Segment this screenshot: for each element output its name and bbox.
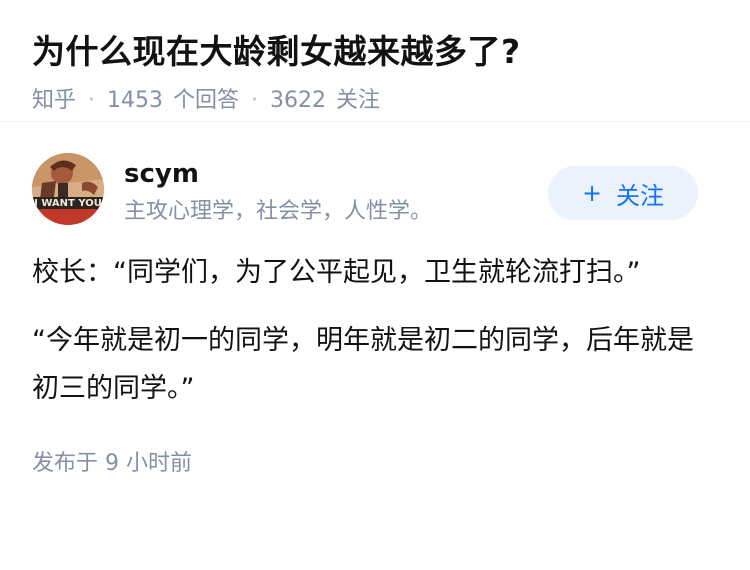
question-meta: 知乎 · 1453 个回答 · 3622 关注 xyxy=(32,86,718,116)
answer-count: 1453 xyxy=(107,88,164,113)
separator-dot: · xyxy=(88,88,96,113)
answer-body[interactable]: 校长：“同学们，为了公平起见，卫生就轮流打扫。” “今年就是初一的同学，明年就是… xyxy=(32,249,718,413)
author-name[interactable]: scym xyxy=(124,157,199,191)
follow-button[interactable]: + 关注 xyxy=(548,166,698,220)
follower-count-label: 关注 xyxy=(336,88,381,113)
follower-count: 3622 xyxy=(270,88,327,113)
source-label[interactable]: 知乎 xyxy=(32,86,76,116)
answer-count-label: 个回答 xyxy=(173,88,240,113)
plus-icon: + xyxy=(581,179,603,207)
answer-card: I WANT YOU scym 主攻心理学，社会学，人性学。 + 关注 校长：“… xyxy=(0,153,750,479)
author-bio: 主攻心理学，社会学，人性学。 xyxy=(124,199,433,224)
avatar[interactable]: I WANT YOU xyxy=(32,153,104,225)
avatar-image: I WANT YOU xyxy=(32,153,104,225)
question-header: 为什么现在大龄剩女越来越多了? 知乎 · 1453 个回答 · 3622 关注 xyxy=(0,0,750,122)
avatar-text: I WANT YOU xyxy=(34,198,102,209)
answer-paragraph: “今年就是初一的同学，明年就是初二的同学，后年就是初三的同学。” xyxy=(32,325,694,404)
publish-time: 发布于 9 小时前 xyxy=(32,451,192,476)
question-title[interactable]: 为什么现在大龄剩女越来越多了? xyxy=(32,30,718,74)
author-row: I WANT YOU scym 主攻心理学，社会学，人性学。 + 关注 xyxy=(32,153,718,261)
follow-label: 关注 xyxy=(616,181,665,210)
separator-dot: · xyxy=(251,88,259,113)
